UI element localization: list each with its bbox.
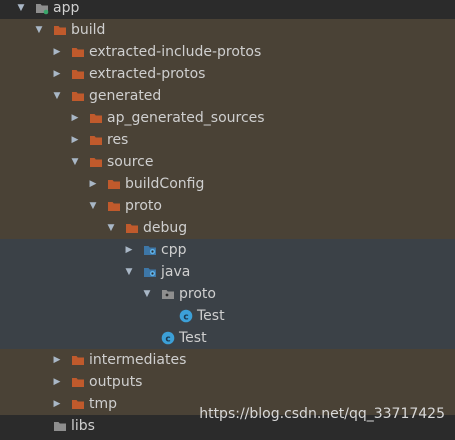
chevron-down-icon[interactable]: ▼ xyxy=(106,217,116,239)
tree-node-label: proto xyxy=(179,286,216,302)
tree-node-label: libs xyxy=(71,418,95,434)
chevron-down-icon[interactable]: ▼ xyxy=(34,19,44,41)
tree-node-test-outer[interactable]: Test xyxy=(0,327,455,349)
excluded-folder-icon xyxy=(71,375,85,389)
tree-node-outputs[interactable]: ▶ outputs xyxy=(0,371,455,393)
tree-node-label: java xyxy=(161,264,191,280)
project-tree: ▼ app ▼ build ▶ extracted-include-protos… xyxy=(0,0,455,440)
tree-node-label: build xyxy=(71,22,106,38)
class-icon xyxy=(161,331,175,345)
tree-node-label: res xyxy=(107,132,129,148)
tree-node-generated[interactable]: ▼ generated xyxy=(0,85,455,107)
watermark-text: https://blog.csdn.net/qq_33717425 xyxy=(199,406,445,422)
excluded-folder-icon xyxy=(89,155,103,169)
tree-node-debug[interactable]: ▼ debug xyxy=(0,217,455,239)
chevron-right-icon[interactable]: ▶ xyxy=(52,349,62,371)
tree-node-label: extracted-protos xyxy=(89,66,206,82)
tree-node-label: ap_generated_sources xyxy=(107,110,265,126)
tree-node-extracted-protos[interactable]: ▶ extracted-protos xyxy=(0,63,455,85)
excluded-folder-icon xyxy=(107,177,121,191)
tree-node-label: proto xyxy=(125,198,162,214)
chevron-right-icon[interactable]: ▶ xyxy=(52,371,62,393)
tree-node-label: extracted-include-protos xyxy=(89,44,262,60)
tree-node-buildconfig[interactable]: ▶ buildConfig xyxy=(0,173,455,195)
generated-source-folder-icon xyxy=(143,265,157,279)
tree-node-intermediates[interactable]: ▶ intermediates xyxy=(0,349,455,371)
chevron-down-icon[interactable]: ▼ xyxy=(52,85,62,107)
excluded-folder-icon xyxy=(107,199,121,213)
tree-node-label: source xyxy=(107,154,154,170)
tree-node-label: cpp xyxy=(161,242,187,258)
tree-node-proto[interactable]: ▼ proto xyxy=(0,195,455,217)
excluded-folder-icon xyxy=(71,353,85,367)
excluded-folder-icon xyxy=(89,111,103,125)
tree-node-label: generated xyxy=(89,88,162,104)
tree-node-label: app xyxy=(53,0,80,16)
chevron-right-icon[interactable]: ▶ xyxy=(124,239,134,261)
chevron-right-icon[interactable]: ▶ xyxy=(52,41,62,63)
tree-node-label: outputs xyxy=(89,374,143,390)
tree-node-res[interactable]: ▶ res xyxy=(0,129,455,151)
excluded-folder-icon xyxy=(71,67,85,81)
excluded-folder-icon xyxy=(53,23,67,37)
tree-node-label: Test xyxy=(179,330,207,346)
tree-node-ap-generated-sources[interactable]: ▶ ap_generated_sources xyxy=(0,107,455,129)
chevron-down-icon[interactable]: ▼ xyxy=(16,0,26,19)
tree-node-test-inner[interactable]: Test xyxy=(0,305,455,327)
tree-node-java-proto[interactable]: ▼ proto xyxy=(0,283,455,305)
module-folder-icon xyxy=(35,1,49,15)
excluded-folder-icon xyxy=(71,89,85,103)
chevron-down-icon[interactable]: ▼ xyxy=(142,283,152,305)
chevron-right-icon[interactable]: ▶ xyxy=(70,129,80,151)
chevron-down-icon[interactable]: ▼ xyxy=(124,261,134,283)
excluded-folder-icon xyxy=(71,45,85,59)
tree-node-label: buildConfig xyxy=(125,176,205,192)
tree-node-app[interactable]: ▼ app xyxy=(0,0,455,19)
chevron-down-icon[interactable]: ▼ xyxy=(88,195,98,217)
tree-node-label: debug xyxy=(143,220,188,236)
tree-node-label: intermediates xyxy=(89,352,187,368)
package-icon xyxy=(161,287,175,301)
folder-icon xyxy=(53,419,67,433)
chevron-right-icon[interactable]: ▶ xyxy=(52,393,62,415)
tree-node-java[interactable]: ▼ java xyxy=(0,261,455,283)
chevron-right-icon[interactable]: ▶ xyxy=(70,107,80,129)
tree-node-source[interactable]: ▼ source xyxy=(0,151,455,173)
tree-node-cpp[interactable]: ▶ cpp xyxy=(0,239,455,261)
generated-source-folder-icon xyxy=(143,243,157,257)
tree-node-build[interactable]: ▼ build xyxy=(0,19,455,41)
excluded-folder-icon xyxy=(125,221,139,235)
chevron-right-icon[interactable]: ▶ xyxy=(88,173,98,195)
tree-node-label: tmp xyxy=(89,396,118,412)
tree-node-extracted-include-protos[interactable]: ▶ extracted-include-protos xyxy=(0,41,455,63)
tree-node-label: Test xyxy=(197,308,225,324)
excluded-folder-icon xyxy=(89,133,103,147)
chevron-down-icon[interactable]: ▼ xyxy=(70,151,80,173)
class-icon xyxy=(179,309,193,323)
chevron-right-icon[interactable]: ▶ xyxy=(52,63,62,85)
excluded-folder-icon xyxy=(71,397,85,411)
